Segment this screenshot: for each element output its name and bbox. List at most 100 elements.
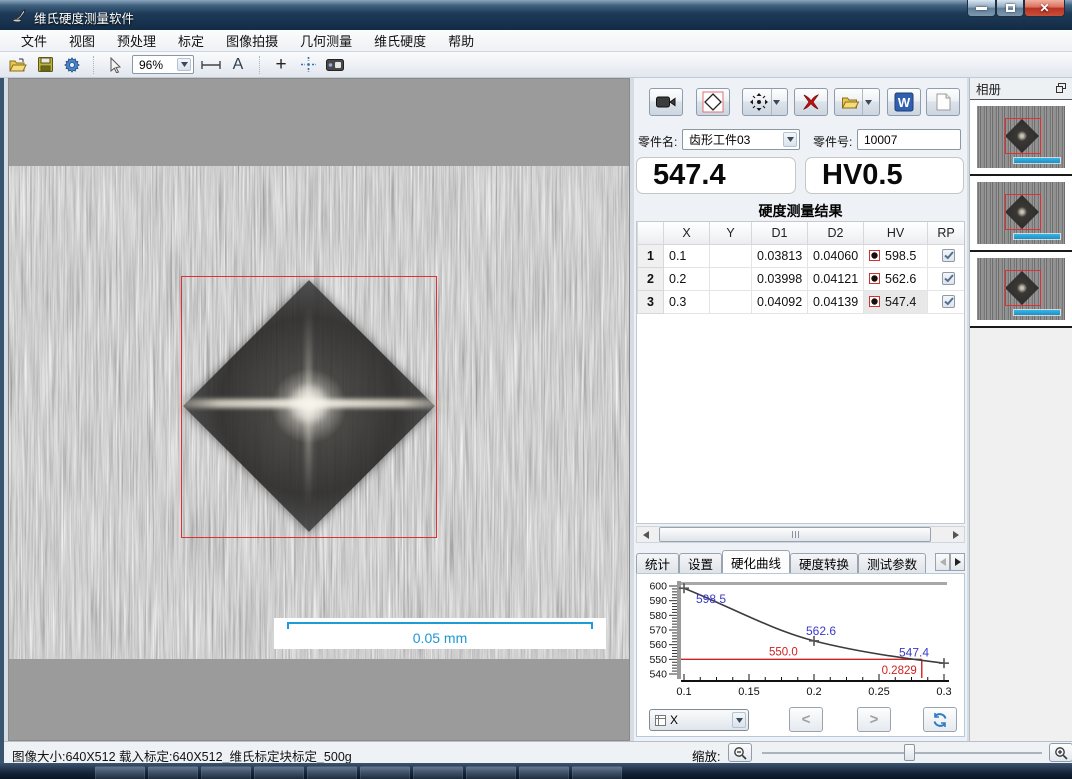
- taskbar-app-button[interactable]: [519, 766, 569, 779]
- settings-gear-button[interactable]: [62, 55, 82, 75]
- y-axis-bar: [677, 581, 681, 679]
- tab-scroll-right-button[interactable]: [950, 553, 965, 571]
- export-word-button[interactable]: W: [887, 88, 921, 116]
- minimize-button[interactable]: [967, 0, 996, 17]
- chart-label: 570: [649, 625, 667, 637]
- zoom-in-button[interactable]: [1049, 743, 1072, 762]
- menu-item-help[interactable]: 帮助: [437, 29, 485, 52]
- rp-checkbox[interactable]: [942, 272, 955, 285]
- menu-item-image-capture[interactable]: 图像拍摄: [215, 29, 289, 52]
- chart-label: 0.1: [676, 686, 691, 698]
- menu-item-geometric-measure[interactable]: 几何测量: [289, 29, 363, 52]
- album-thumbnail[interactable]: [970, 252, 1072, 328]
- chart-label: 0.15: [738, 686, 759, 698]
- taskbar-app-button[interactable]: [360, 766, 410, 779]
- cell-y: [710, 267, 752, 290]
- taskbar-app-button[interactable]: [466, 766, 516, 779]
- indent-marker-icon: [869, 296, 880, 307]
- album-thumbnail[interactable]: [970, 176, 1072, 252]
- windows-taskbar[interactable]: [0, 763, 1072, 779]
- window-title: 维氏硬度测量软件: [34, 8, 134, 27]
- delete-result-button[interactable]: [794, 88, 828, 116]
- tab-test-parameters[interactable]: 测试参数: [858, 553, 926, 573]
- rp-checkbox[interactable]: [942, 249, 955, 262]
- tab-settings[interactable]: 设置: [679, 553, 722, 573]
- auto-position-button[interactable]: [742, 88, 788, 116]
- crosshair-tool-button[interactable]: +: [271, 55, 291, 75]
- maximize-button[interactable]: [996, 0, 1024, 17]
- column-header-X[interactable]: X: [664, 222, 710, 244]
- menu-item-view[interactable]: 视图: [58, 29, 106, 52]
- menu-item-calibration[interactable]: 标定: [167, 29, 215, 52]
- tab-hardening-curve[interactable]: 硬化曲线: [722, 550, 790, 573]
- chevron-down-icon[interactable]: [771, 89, 782, 115]
- next-point-button[interactable]: >: [857, 707, 891, 732]
- part-number-input[interactable]: 10007: [857, 129, 961, 150]
- taskbar-app-button[interactable]: [413, 766, 463, 779]
- previous-point-button[interactable]: <: [789, 707, 823, 732]
- minimize-icon: [976, 7, 987, 10]
- menu-bar: 文件视图预处理标定图像拍摄几何测量维氏硬度帮助: [0, 30, 1072, 52]
- cursor-tool-button[interactable]: [105, 55, 125, 75]
- tab-hardness-conversion[interactable]: 硬度转换: [790, 553, 858, 573]
- close-button[interactable]: ✕: [1024, 0, 1065, 17]
- ruler-measure-button[interactable]: [201, 55, 221, 75]
- rp-checkbox[interactable]: [942, 295, 955, 308]
- part-name-select[interactable]: 齿形工件03: [682, 129, 800, 150]
- live-video-button[interactable]: [649, 88, 683, 116]
- menu-item-preprocess[interactable]: 预处理: [106, 29, 167, 52]
- text-annotation-button[interactable]: A: [228, 55, 248, 75]
- image-viewer[interactable]: 0.05 mm: [8, 78, 630, 741]
- thumbnail-image: [977, 182, 1065, 244]
- column-header-HV[interactable]: HV: [864, 222, 928, 244]
- column-header-D2[interactable]: D2: [808, 222, 864, 244]
- menu-item-vickers-hardness[interactable]: 维氏硬度: [363, 29, 437, 52]
- column-header-Y[interactable]: Y: [710, 222, 752, 244]
- tab-scroll-left-button[interactable]: [935, 553, 950, 571]
- chevron-down-icon[interactable]: [862, 89, 873, 115]
- scroll-left-icon[interactable]: [637, 527, 654, 542]
- scroll-right-icon[interactable]: [947, 527, 964, 542]
- album-thumbnail[interactable]: [970, 100, 1072, 176]
- taskbar-app-button[interactable]: [148, 766, 198, 779]
- zoom-level-select[interactable]: 96%: [132, 55, 194, 74]
- measurement-roi-rectangle[interactable]: [181, 276, 437, 538]
- open-file-button[interactable]: [8, 55, 28, 75]
- taskbar-app-button[interactable]: [572, 766, 622, 779]
- refresh-chart-button[interactable]: [923, 707, 957, 732]
- open-result-button[interactable]: [834, 88, 880, 116]
- table-row[interactable]: 10.10.038130.04060598.5: [638, 244, 965, 267]
- chart-axis-select[interactable]: X: [649, 709, 749, 731]
- tab-statistics[interactable]: 统计: [636, 553, 679, 573]
- cell-hv: 598.5: [864, 244, 928, 267]
- svg-text:W: W: [898, 95, 911, 110]
- results-table[interactable]: XYD1D2HVRP10.10.038130.04060598.520.20.0…: [636, 221, 965, 524]
- main-toolbar: 96% A +: [0, 52, 1072, 78]
- taskbar-app-button[interactable]: [201, 766, 251, 779]
- new-document-button[interactable]: [926, 88, 960, 116]
- chart-axis-value: X: [670, 713, 678, 727]
- table-horizontal-scrollbar[interactable]: [636, 526, 965, 543]
- center-move-button[interactable]: [298, 55, 318, 75]
- viewer-zoom-slider-handle[interactable]: [904, 744, 915, 761]
- table-row[interactable]: 30.30.040920.04139547.4: [638, 290, 965, 313]
- zoom-level-value: 96%: [139, 58, 163, 72]
- column-header-D1[interactable]: D1: [752, 222, 808, 244]
- column-header-row-number[interactable]: [638, 222, 664, 244]
- undock-icon[interactable]: [1056, 82, 1066, 96]
- viewer-zoom-slider-track[interactable]: [762, 752, 1042, 754]
- save-button[interactable]: [35, 55, 55, 75]
- scrollbar-thumb[interactable]: [659, 527, 931, 542]
- measure-indentation-button[interactable]: [696, 88, 730, 116]
- camera-capture-button[interactable]: [325, 55, 345, 75]
- column-header-RP[interactable]: RP: [928, 222, 965, 244]
- chart-label: 0.2: [806, 686, 821, 698]
- taskbar-app-button[interactable]: [254, 766, 304, 779]
- cell-y: [710, 290, 752, 313]
- zoom-out-button[interactable]: [728, 743, 752, 762]
- indent-marker-icon: [869, 273, 880, 284]
- taskbar-app-button[interactable]: [307, 766, 357, 779]
- taskbar-app-button[interactable]: [95, 766, 145, 779]
- menu-item-file[interactable]: 文件: [10, 29, 58, 52]
- table-row[interactable]: 20.20.039980.04121562.6: [638, 267, 965, 290]
